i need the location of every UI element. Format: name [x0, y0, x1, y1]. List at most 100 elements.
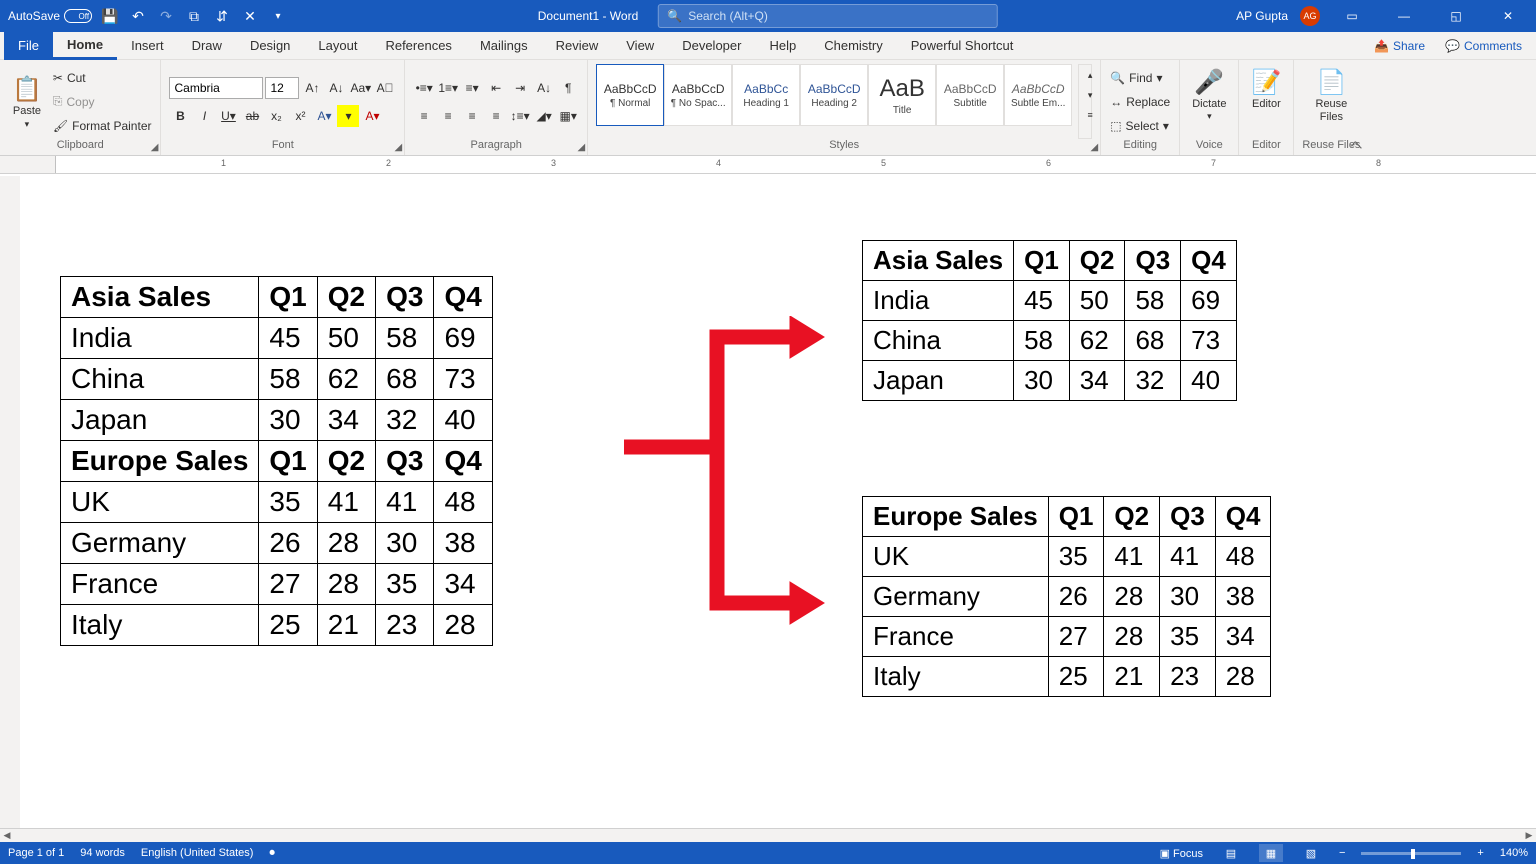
table-cell[interactable]: 68	[1125, 321, 1181, 361]
table-cell[interactable]: 34	[317, 400, 375, 441]
table-cell[interactable]: 25	[1048, 657, 1104, 697]
table-header-cell[interactable]: Q3	[376, 277, 434, 318]
table-header-cell[interactable]: Q2	[1069, 241, 1125, 281]
styles-dialog-icon[interactable]: ◢	[1090, 142, 1098, 153]
table-cell[interactable]: 41	[317, 482, 375, 523]
shading-icon[interactable]: ◢▾	[533, 105, 555, 127]
table-cell[interactable]: 28	[317, 523, 375, 564]
font-size-input[interactable]	[265, 77, 299, 99]
table-header-cell[interactable]: Europe Sales	[863, 497, 1049, 537]
format-painter-button[interactable]: 🖌 Format Painter	[52, 115, 153, 137]
table-header-cell[interactable]: Q1	[1048, 497, 1104, 537]
europe-sales-table[interactable]: Europe SalesQ1Q2Q3Q4UK35414148Germany262…	[862, 496, 1271, 697]
table-header-cell[interactable]: Q1	[1014, 241, 1070, 281]
table-header-cell[interactable]: Q3	[1160, 497, 1216, 537]
styles-up-icon[interactable]: ▴	[1079, 65, 1101, 85]
table-row[interactable]: Germany26283038	[863, 577, 1271, 617]
align-center-icon[interactable]: ≡	[437, 105, 459, 127]
font-dialog-icon[interactable]: ◢	[394, 142, 402, 153]
tab-home[interactable]: Home	[53, 32, 117, 60]
table-cell[interactable]: 50	[317, 318, 375, 359]
table-header-cell[interactable]: Q2	[1104, 497, 1160, 537]
table-cell[interactable]: 21	[1104, 657, 1160, 697]
borders-icon[interactable]: ▦▾	[557, 105, 579, 127]
table-header-cell[interactable]: Q3	[376, 441, 434, 482]
bold-button[interactable]: B	[169, 105, 191, 127]
table-cell[interactable]: 73	[1181, 321, 1237, 361]
table-cell[interactable]: Japan	[61, 400, 259, 441]
table-cell[interactable]: 27	[259, 564, 317, 605]
table-cell[interactable]: 41	[376, 482, 434, 523]
table-header-cell[interactable]: Europe Sales	[61, 441, 259, 482]
sort-icon[interactable]: A↓	[533, 77, 555, 99]
table-cell[interactable]: 35	[1160, 617, 1216, 657]
style-subtle-em[interactable]: AaBbCcDSubtle Em...	[1004, 64, 1072, 126]
style-subtitle[interactable]: AaBbCcDSubtitle	[936, 64, 1004, 126]
increase-indent-icon[interactable]: ⇥	[509, 77, 531, 99]
styles-down-icon[interactable]: ▾	[1079, 85, 1101, 105]
table-cell[interactable]: China	[61, 359, 259, 400]
table-cell[interactable]: 35	[259, 482, 317, 523]
numbering-icon[interactable]: 1≡▾	[437, 77, 459, 99]
replace-button[interactable]: ↔ Replace	[1109, 91, 1171, 113]
underline-button[interactable]: U▾	[217, 105, 239, 127]
table-cell[interactable]: 68	[376, 359, 434, 400]
italic-button[interactable]: I	[193, 105, 215, 127]
search-input[interactable]: 🔍 Search (Alt+Q)	[658, 4, 998, 28]
table-cell[interactable]: 45	[259, 318, 317, 359]
table-cell[interactable]: 32	[376, 400, 434, 441]
vertical-ruler[interactable]	[0, 176, 20, 840]
undo-icon[interactable]: ↶	[128, 6, 148, 26]
tab-insert[interactable]: Insert	[117, 32, 178, 60]
close-icon[interactable]: ✕	[1488, 0, 1528, 32]
table-cell[interactable]: 35	[376, 564, 434, 605]
multilevel-icon[interactable]: ≡▾	[461, 77, 483, 99]
table-cell[interactable]: 58	[1014, 321, 1070, 361]
shrink-font-icon[interactable]: A↓	[325, 77, 347, 99]
scroll-left-icon[interactable]: ◀	[0, 829, 14, 843]
table-cell[interactable]: 69	[434, 318, 492, 359]
zoom-out-button[interactable]: −	[1339, 847, 1345, 859]
table-row[interactable]: China58626873	[61, 359, 493, 400]
horizontal-ruler[interactable]: 12345678	[0, 156, 1536, 174]
table-row[interactable]: Germany26283038	[61, 523, 493, 564]
table-cell[interactable]: 69	[1181, 281, 1237, 321]
table-cell[interactable]: 48	[434, 482, 492, 523]
autosave-toggle[interactable]: AutoSave Off	[8, 9, 92, 23]
table-cell[interactable]: 26	[1048, 577, 1104, 617]
table-row[interactable]: Japan30343240	[61, 400, 493, 441]
document-area[interactable]: Asia SalesQ1Q2Q3Q4India45505869China5862…	[0, 176, 1536, 840]
web-layout-icon[interactable]: ▧	[1299, 844, 1323, 862]
table-cell[interactable]: Germany	[61, 523, 259, 564]
table-cell[interactable]: 32	[1125, 361, 1181, 401]
table-cell[interactable]: 73	[434, 359, 492, 400]
justify-icon[interactable]: ≡	[485, 105, 507, 127]
copy-button[interactable]: ⎘ Copy	[52, 91, 153, 113]
paragraph-dialog-icon[interactable]: ◢	[577, 142, 585, 153]
align-left-icon[interactable]: ≡	[413, 105, 435, 127]
tab-view[interactable]: View	[612, 32, 668, 60]
table-row[interactable]: UK35414148	[863, 537, 1271, 577]
qat-icon-1[interactable]: ⧉	[184, 6, 204, 26]
qat-icon-2[interactable]: ⇵	[212, 6, 232, 26]
tab-mailings[interactable]: Mailings	[466, 32, 542, 60]
grow-font-icon[interactable]: A↑	[301, 77, 323, 99]
table-row[interactable]: France27283534	[863, 617, 1271, 657]
tab-chemistry[interactable]: Chemistry	[810, 32, 897, 60]
ribbon-display-icon[interactable]: ▭	[1332, 0, 1372, 32]
table-cell[interactable]: 25	[259, 605, 317, 646]
tab-design[interactable]: Design	[236, 32, 304, 60]
table-cell[interactable]: 38	[1215, 577, 1271, 617]
tab-help[interactable]: Help	[755, 32, 810, 60]
change-case-icon[interactable]: Aa▾	[349, 77, 372, 99]
tab-developer[interactable]: Developer	[668, 32, 755, 60]
tab-layout[interactable]: Layout	[304, 32, 371, 60]
table-cell[interactable]: 30	[1160, 577, 1216, 617]
table-cell[interactable]: 30	[259, 400, 317, 441]
table-header-cell[interactable]: Asia Sales	[61, 277, 259, 318]
table-cell[interactable]: 45	[1014, 281, 1070, 321]
table-cell[interactable]: 34	[1069, 361, 1125, 401]
reuse-files-button[interactable]: 📄Reuse Files	[1302, 64, 1360, 126]
styles-gallery[interactable]: AaBbCcD¶ Normal AaBbCcD¶ No Spac... AaBb…	[596, 64, 1072, 139]
zoom-level[interactable]: 140%	[1500, 847, 1528, 859]
